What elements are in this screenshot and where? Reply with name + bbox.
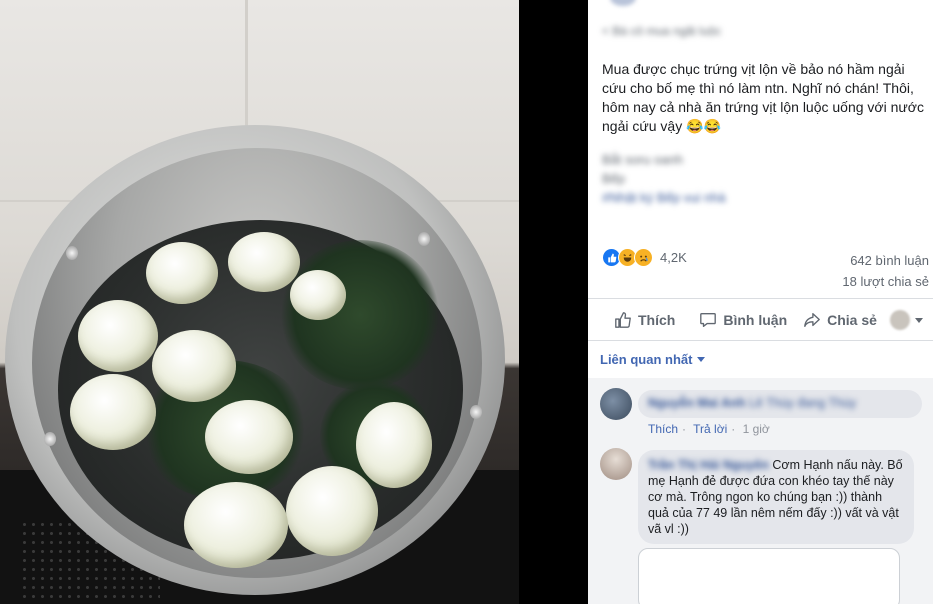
comment-button[interactable]: Bình luận — [699, 304, 787, 336]
comment-bubble: Nguyễn Mai Anh Lê Thùy đang Thùy — [638, 390, 922, 418]
reaction-count: 4,2K — [660, 250, 687, 265]
egg — [286, 466, 378, 556]
share-label: Chia sẻ — [827, 312, 877, 328]
commenter-name[interactable]: Nguyễn Mai Anh — [648, 396, 745, 410]
commenter-avatar[interactable] — [600, 388, 632, 420]
comment-meta: Thích · Trả lời · 1 giờ — [648, 422, 770, 436]
comment-time[interactable]: 1 giờ — [743, 422, 770, 436]
divider — [588, 298, 933, 299]
thumbs-up-icon — [615, 312, 631, 328]
post-side-panel: < Bà cô mua ngãi luộc Mua được chục trứn… — [588, 0, 933, 604]
post-text: Mua được chục trứng vịt lộn về bảo nó hầ… — [602, 61, 924, 134]
sad-reaction-icon — [634, 248, 653, 267]
pot-rivet — [418, 232, 430, 246]
comment-sort-dropdown[interactable]: Liên quan nhất — [600, 352, 706, 367]
post-photo[interactable] — [0, 0, 519, 604]
pot-rivet — [66, 246, 78, 260]
comment-bubble-icon — [700, 313, 717, 327]
post-action-bar: Thích Bình luận Chia sẻ — [588, 304, 933, 336]
egg — [228, 232, 300, 292]
pot-rivet — [44, 432, 56, 446]
egg — [205, 400, 293, 474]
post-stats: 642 bình luận 18 lượt chia sẻ — [842, 250, 929, 292]
share-button[interactable]: Chia sẻ — [803, 304, 877, 336]
post-subline: < Bà cô mua ngãi luộc — [602, 24, 722, 38]
blurred-line: Bắt soru oanh — [602, 152, 683, 167]
comment-reply-link[interactable]: Trả lời — [693, 422, 727, 436]
comment-text: Lê Thùy đang Thùy — [748, 396, 857, 410]
viewer-gutter — [519, 0, 588, 604]
sort-label: Liên quan nhất — [600, 352, 693, 367]
reaction-summary[interactable]: 4,2K — [602, 248, 687, 267]
post-blurred-lines: Bắt soru oanh Bếp #Nhật ký Bếp vui nhà — [602, 150, 726, 207]
chevron-down-icon — [697, 357, 706, 362]
audience-selector[interactable] — [890, 310, 923, 330]
commenter-name[interactable]: Trần Thị Hải Nguyên — [648, 458, 769, 472]
egg — [146, 242, 218, 304]
pot-rivet — [470, 405, 482, 419]
egg — [184, 482, 288, 568]
comment-like-link[interactable]: Thích — [648, 422, 678, 436]
author-avatar[interactable] — [610, 0, 636, 6]
chevron-down-icon — [915, 317, 923, 323]
egg — [78, 300, 158, 372]
hashtag-link[interactable]: #Nhật ký Bếp vui nhà — [602, 188, 726, 207]
share-arrow-icon — [804, 313, 820, 327]
comment-label: Bình luận — [723, 312, 788, 328]
like-label: Thích — [638, 312, 676, 328]
commenter-avatar[interactable] — [600, 448, 632, 480]
egg — [290, 270, 346, 320]
share-count-link[interactable]: 18 lượt chia sẻ — [842, 271, 929, 292]
mini-avatar — [890, 310, 910, 330]
egg — [152, 330, 236, 402]
comment-count-link[interactable]: 642 bình luận — [842, 250, 929, 271]
blurred-line: Bếp — [602, 171, 626, 186]
divider — [588, 340, 933, 341]
egg — [356, 402, 432, 488]
comment-bubble: Trần Thị Hải Nguyên Cơm Hạnh nấu này. Bố… — [638, 450, 914, 544]
comment-preview-card[interactable] — [638, 548, 900, 604]
like-button[interactable]: Thích — [614, 304, 675, 336]
egg — [70, 374, 156, 450]
